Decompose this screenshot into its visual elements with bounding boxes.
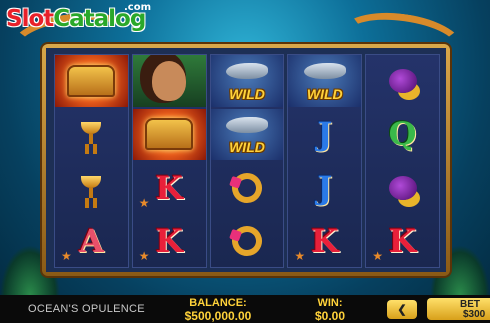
card-letter: J — [317, 115, 333, 154]
wild-label: WILD — [229, 139, 265, 155]
symbol-shark-wild: WILD — [210, 55, 284, 107]
symbol-mermaid-lady — [132, 55, 206, 107]
treasure-chest-icon — [145, 118, 194, 151]
reels-grid: ★ A ★ K ★ K WILD WILD WILD J J ★ K Q ★ K — [46, 48, 446, 272]
ring-icon — [227, 221, 267, 262]
symbol-treasure-chest — [55, 55, 128, 107]
card-letter: J — [317, 168, 333, 207]
balance-value: $500,000.00 — [184, 309, 252, 323]
symbol-card-k: ★ K — [288, 216, 361, 268]
reel-5: Q ★ K — [365, 54, 440, 268]
balance-label: BALANCE: — [189, 297, 247, 309]
treasure-chest-icon — [67, 64, 116, 97]
reel-1: ★ A — [54, 54, 129, 268]
wild-label: WILD — [229, 85, 265, 102]
goblet-icon — [81, 122, 102, 146]
symbol-card-k: ★ K — [366, 216, 439, 268]
symbol-coin-bag — [366, 162, 439, 214]
coin-bag-icon — [388, 175, 417, 200]
symbol-coin-bag — [366, 55, 439, 107]
chevron-left-icon: ❮ — [397, 304, 407, 316]
symbol-jeweled-ring — [211, 162, 284, 214]
symbol-treasure-chest — [132, 108, 206, 160]
bet-decrease-button[interactable]: ❮ — [387, 300, 417, 319]
symbol-card-k: ★ K — [133, 162, 206, 214]
starfish-icon: ★ — [372, 249, 383, 263]
symbol-card-j: J — [288, 162, 361, 214]
symbol-card-k: ★ K — [133, 216, 206, 268]
symbol-shark-wild: WILD — [288, 55, 362, 107]
symbol-card-a: ★ A — [55, 216, 128, 268]
reel-2: ★ K ★ K — [131, 54, 207, 268]
symbol-jeweled-ring — [211, 216, 284, 268]
slotcatalog-logo: SlotCatalog .com — [6, 2, 151, 32]
starfish-icon: ★ — [138, 195, 150, 210]
card-letter: K — [388, 222, 417, 261]
symbol-card-j: J — [288, 109, 361, 161]
starfish-icon: ★ — [61, 249, 72, 263]
lady-portrait-icon — [152, 60, 187, 101]
coin-bag-icon — [388, 68, 417, 93]
shark-icon — [225, 116, 268, 133]
shark-icon — [303, 63, 346, 79]
shark-icon — [225, 63, 268, 79]
card-letter: A — [78, 222, 104, 261]
goblet-icon — [81, 175, 102, 200]
game-title: OCEAN'S OPULENCE — [28, 303, 145, 315]
logo-slot-text: Slot — [6, 6, 54, 32]
win-label: WIN: — [317, 297, 343, 309]
starfish-icon: ★ — [138, 249, 150, 263]
logo-com-text: .com — [124, 2, 152, 13]
symbol-card-q: Q — [366, 109, 439, 161]
symbol-golden-goblet — [55, 109, 128, 161]
reel-3: WILD WILD — [209, 54, 285, 268]
status-bar: OCEAN'S OPULENCE BALANCE: $500,000.00 WI… — [0, 295, 490, 323]
ring-icon — [227, 167, 267, 208]
reel-4: WILD J J ★ K — [287, 54, 363, 268]
reel-frame: ★ A ★ K ★ K WILD WILD WILD J J ★ K Q ★ K — [42, 44, 450, 276]
wild-label: WILD — [306, 85, 343, 102]
card-letter: Q — [388, 115, 417, 154]
symbol-golden-goblet — [55, 162, 128, 214]
card-letter: K — [310, 222, 339, 261]
card-letter: K — [155, 168, 184, 207]
symbol-shark-wild: WILD — [210, 108, 284, 160]
bet-button[interactable]: BET $300 — [427, 298, 490, 320]
starfish-icon: ★ — [294, 249, 306, 263]
card-letter: K — [155, 222, 184, 261]
bet-value: $300 — [463, 309, 486, 320]
win-value: $0.00 — [314, 309, 346, 323]
